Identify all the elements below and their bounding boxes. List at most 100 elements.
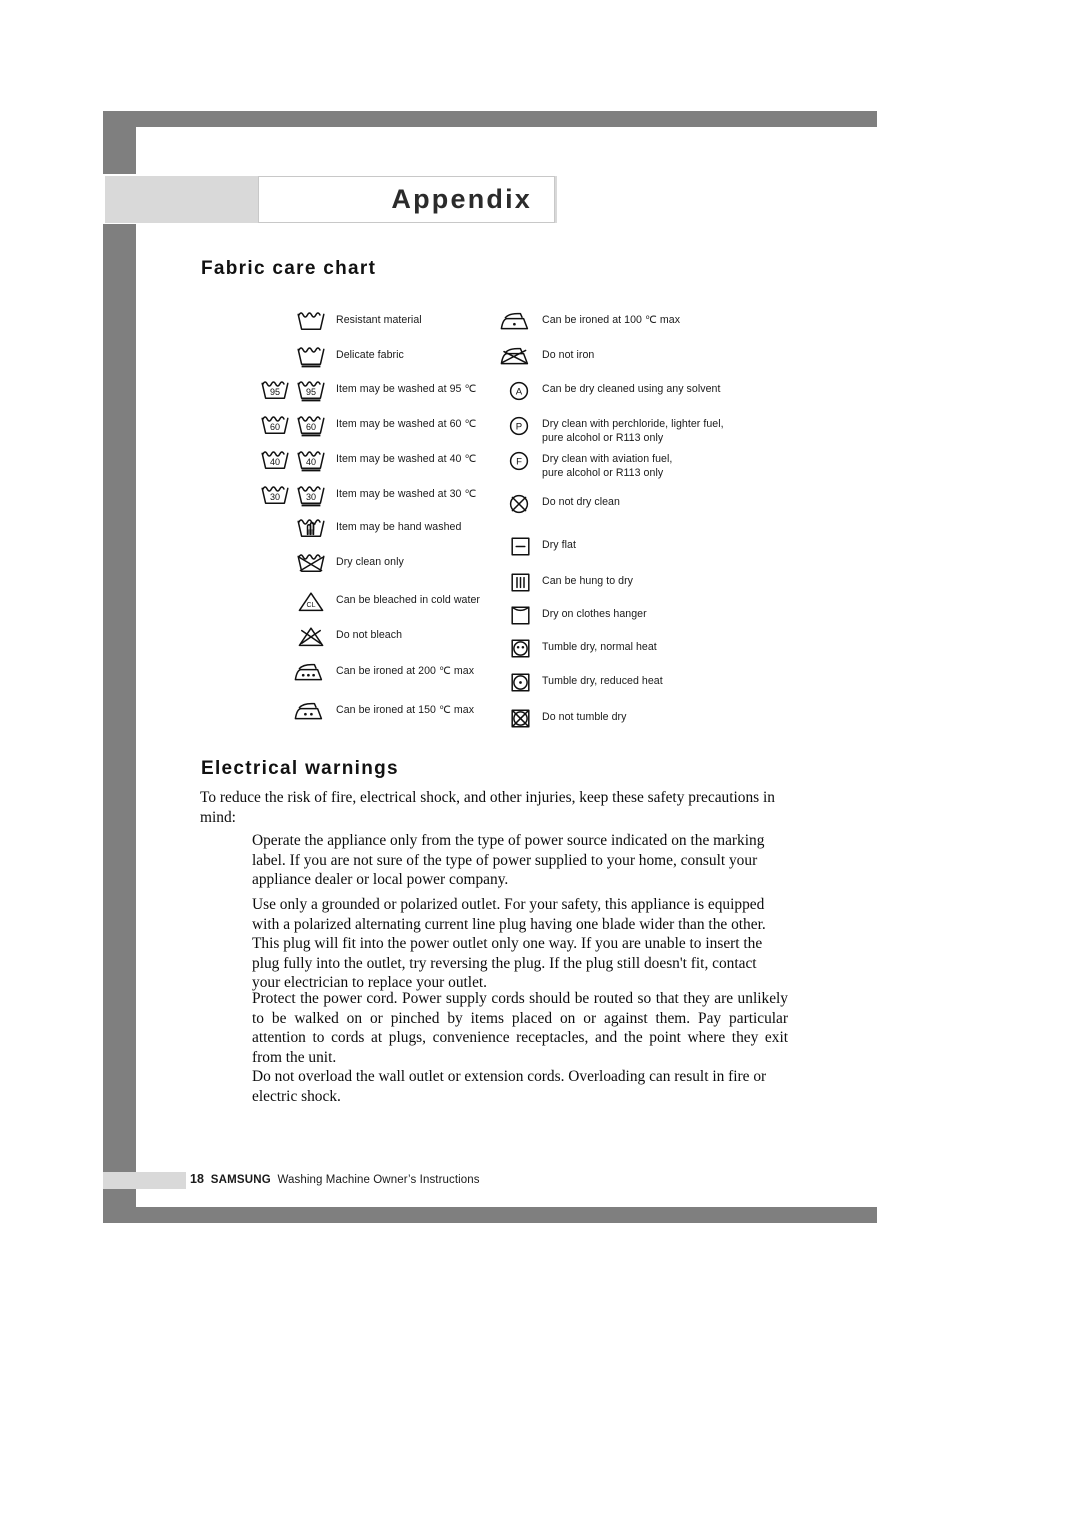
- fabric-care-label: Tumble dry, normal heat: [542, 641, 657, 653]
- fabric-care-row: Do not tumble dry: [490, 707, 790, 731]
- fabric-care-label: Tumble dry, reduced heat: [542, 675, 663, 687]
- fabric-care-label: Item may be washed at 95 ℃: [336, 383, 477, 395]
- fabric-care-row: Can be ironed at 100 ℃ max: [490, 310, 790, 334]
- fabric-care-row: CL Can be bleached in cold water: [252, 590, 482, 614]
- fabric-care-row: 95 95 Item may be washed at 95 ℃: [252, 379, 482, 403]
- fabric-care-label: Dry clean only: [336, 556, 404, 568]
- page-title: Appendix: [391, 183, 532, 214]
- fabric-care-row: Item may be hand washed: [252, 517, 482, 541]
- footer-band: [103, 1172, 186, 1189]
- document-page: Appendix Fabric care chart Resistant mat…: [0, 0, 1080, 1528]
- fabric-care-row: Do not iron: [490, 345, 790, 369]
- fabric-care-label: Item may be washed at 30 ℃: [336, 488, 477, 500]
- svg-text:95: 95: [270, 387, 280, 397]
- electrical-paragraph-2: Use only a grounded or polarized outlet.…: [252, 896, 766, 992]
- appendix-title-box: Appendix: [258, 176, 555, 223]
- svg-text:CL: CL: [307, 602, 316, 609]
- svg-text:40: 40: [270, 457, 280, 467]
- dry-clean-any-solvent-icon: A: [490, 379, 532, 403]
- dry-clean-only-icon: [252, 552, 326, 576]
- fabric-care-row: Resistant material: [252, 310, 482, 334]
- do-not-dry-clean-icon: [490, 492, 532, 516]
- fabric-care-label: Dry on clothes hanger: [542, 608, 647, 620]
- fabric-care-row: Do not dry clean: [490, 492, 790, 516]
- svg-text:A: A: [516, 387, 523, 398]
- tumble-dry-normal-icon: [490, 637, 532, 661]
- dry-clean-perchloride-icon: P: [490, 414, 532, 438]
- fabric-care-label: Dry clean with aviation fuel, pure alcoh…: [542, 453, 673, 479]
- wash-tub-40-icon: 40 40: [252, 449, 326, 473]
- page-frame-left-upper: [103, 111, 136, 174]
- svg-text:30: 30: [270, 492, 280, 502]
- iron-100-icon: [490, 310, 532, 334]
- electrical-intro-paragraph: To reduce the risk of fire, electrical s…: [200, 789, 775, 826]
- electrical-paragraph-4: Do not overload the wall outlet or exten…: [252, 1068, 767, 1105]
- dry-on-hanger-icon: [490, 604, 532, 628]
- electrical-paragraph-3: Protect the power cord. Power supply cor…: [252, 990, 788, 1066]
- electrical-warnings-heading: Electrical warnings: [201, 758, 399, 779]
- svg-text:F: F: [516, 457, 522, 468]
- fabric-care-row: 60 60 Item may be washed at 60 ℃: [252, 414, 482, 438]
- svg-text:95: 95: [306, 387, 316, 397]
- wash-tub-delicate-icon: [252, 345, 326, 369]
- fabric-care-row: A Can be dry cleaned using any solvent: [490, 379, 790, 403]
- fabric-care-label: Can be dry cleaned using any solvent: [542, 383, 721, 395]
- do-not-iron-icon: [490, 345, 532, 369]
- fabric-care-row: Dry on clothes hanger: [490, 604, 790, 628]
- fabric-care-row: Can be hung to dry: [490, 571, 790, 595]
- fabric-care-label: Delicate fabric: [336, 349, 404, 361]
- fabric-care-row: Do not bleach: [252, 625, 482, 649]
- fabric-care-label: Item may be hand washed: [336, 521, 462, 533]
- brand-label: SAMSUNG: [210, 1174, 271, 1186]
- fabric-care-label: Dry flat: [542, 539, 576, 551]
- do-not-bleach-icon: [252, 625, 326, 649]
- fabric-care-label: Do not dry clean: [542, 496, 620, 508]
- wash-tub-60-icon: 60 60: [252, 414, 326, 438]
- fabric-care-label: Can be bleached in cold water: [336, 594, 480, 606]
- fabric-care-row: Tumble dry, normal heat: [490, 637, 790, 661]
- do-not-tumble-dry-icon: [490, 707, 532, 731]
- fabric-care-row: Can be ironed at 150 ℃ max: [252, 700, 482, 724]
- tumble-dry-reduced-icon: [490, 671, 532, 695]
- fabric-care-row: Delicate fabric: [252, 345, 482, 369]
- svg-text:30: 30: [306, 492, 316, 502]
- page-frame-left-lower: [103, 224, 136, 1187]
- svg-text:60: 60: [270, 422, 280, 432]
- fabric-care-label: Do not bleach: [336, 629, 403, 641]
- fabric-care-heading: Fabric care chart: [201, 258, 377, 279]
- fabric-care-row: Can be ironed at 200 ℃ max: [252, 661, 482, 685]
- svg-text:60: 60: [306, 422, 316, 432]
- wash-tub-95-icon: 95 95: [252, 379, 326, 403]
- page-frame-bottom: [103, 1207, 877, 1223]
- page-frame-top: [103, 111, 877, 127]
- footer: 18 SAMSUNG Washing Machine Owner’s Instr…: [190, 1172, 480, 1186]
- fabric-care-label: Can be hung to dry: [542, 575, 634, 587]
- fabric-care-row: F Dry clean with aviation fuel, pure alco…: [490, 449, 790, 480]
- fabric-care-row: Dry flat: [490, 535, 790, 559]
- hang-to-dry-icon: [490, 571, 532, 595]
- svg-text:40: 40: [306, 457, 316, 467]
- manual-title: Washing Machine Owner’s Instructions: [277, 1174, 480, 1186]
- fabric-care-row: Tumble dry, reduced heat: [490, 671, 790, 695]
- fabric-care-row: 40 40 Item may be washed at 40 ℃: [252, 449, 482, 473]
- dry-clean-aviation-fuel-icon: F: [490, 449, 532, 473]
- fabric-care-row: 30 30 Item may be washed at 30 ℃: [252, 484, 482, 508]
- dry-flat-icon: [490, 535, 532, 559]
- svg-text:P: P: [516, 422, 522, 433]
- iron-150-icon: [252, 700, 326, 724]
- fabric-care-label: Item may be washed at 40 ℃: [336, 453, 477, 465]
- fabric-care-label: Can be ironed at 100 ℃ max: [542, 314, 681, 326]
- fabric-care-label: Resistant material: [336, 314, 422, 326]
- iron-200-icon: [252, 661, 326, 685]
- fabric-care-label: Can be ironed at 150 ℃ max: [336, 704, 475, 716]
- wash-tub-30-icon: 30 30: [252, 484, 326, 508]
- fabric-care-label: Item may be washed at 60 ℃: [336, 418, 477, 430]
- fabric-care-label: Do not iron: [542, 349, 595, 361]
- fabric-care-label: Can be ironed at 200 ℃ max: [336, 665, 475, 677]
- hand-wash-icon: [252, 517, 326, 541]
- fabric-care-label: Dry clean with perchloride, lighter fuel…: [542, 418, 724, 444]
- bleach-cold-water-icon: CL: [252, 590, 326, 614]
- electrical-paragraph-1: Operate the appliance only from the type…: [252, 832, 765, 889]
- fabric-care-label: Do not tumble dry: [542, 711, 627, 723]
- fabric-care-row: P Dry clean with perchloride, lighter fue…: [490, 414, 790, 445]
